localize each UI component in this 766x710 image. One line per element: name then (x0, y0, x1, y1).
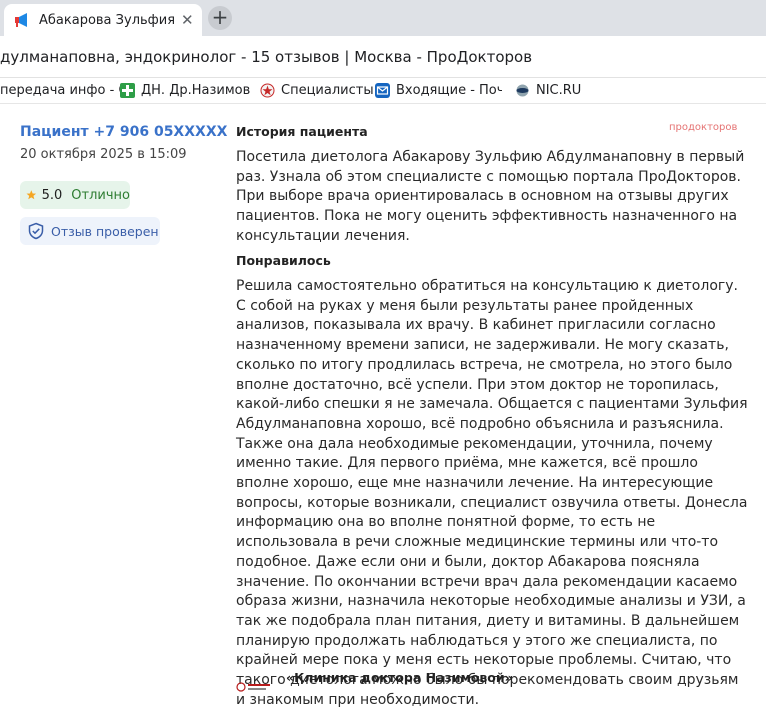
bookmark-item-3[interactable]: Специалисты (260, 83, 374, 98)
liked-title: Понравилось (236, 253, 331, 268)
liked-text: Решила самостоятельно обратиться на конс… (236, 278, 748, 708)
rating-badge: 5.0 Отлично (20, 181, 130, 209)
bookmark-label: передача инфо - С (0, 83, 128, 98)
tab-title: Абакарова Зульфия Аб (39, 12, 177, 28)
megaphone-icon (15, 13, 27, 27)
page-title: дулманаповна, эндокринолог - 15 отзывов … (0, 48, 533, 66)
green-cross-icon (120, 83, 135, 98)
review-date: 20 октября 2025 в 15:09 (20, 147, 187, 162)
star-icon (26, 190, 37, 200)
bookmark-item-2[interactable]: ДН. Др.Назимова (120, 83, 251, 98)
rating-text: Отлично (71, 187, 130, 203)
browser-tab[interactable]: Абакарова Зульфия Аб ✕ (4, 4, 202, 36)
verified-badge: Отзыв проверен (20, 217, 160, 245)
bookmark-label: Специалисты (281, 83, 374, 98)
bookmark-item-5[interactable]: NIC.RU (515, 83, 581, 98)
watermark: продокторов (669, 122, 738, 133)
red-star-icon (260, 83, 275, 98)
review-author[interactable]: Пациент +7 906 05XXXXX (20, 124, 227, 140)
bookmark-label: ДН. Др.Назимова (141, 83, 251, 98)
rating-value: 5.0 (41, 187, 63, 203)
mail-icon (375, 83, 390, 98)
history-title: История пациента (236, 124, 368, 139)
bookmarks-bar: передача инфо - С ДН. Др.Назимова Специа… (0, 78, 766, 104)
tab-strip: Абакарова Зульфия Аб ✕ + (0, 0, 766, 36)
nic-icon (516, 84, 529, 97)
bookmark-item-4[interactable]: Входящие - Почта (375, 83, 502, 98)
clinic-name[interactable]: «Клиника доктора Назимовой» (286, 670, 513, 685)
shield-check-icon (28, 222, 44, 240)
history-text: Посетила диетолога Абакарову Зульфию Абд… (236, 149, 745, 244)
verified-text: Отзыв проверен (51, 223, 159, 239)
title-bar: дулманаповна, эндокринолог - 15 отзывов … (0, 36, 766, 78)
bookmark-label: Входящие - Почта (396, 83, 502, 98)
bookmark-label: NIC.RU (536, 83, 582, 98)
clinic-logo-icon (236, 682, 270, 692)
bookmark-item-1[interactable]: передача инфо - С (0, 83, 128, 98)
close-icon[interactable]: ✕ (181, 11, 194, 29)
review-card: Пациент +7 906 05XXXXX 20 октября 2025 в… (0, 104, 766, 708)
new-tab-button[interactable]: + (208, 6, 232, 30)
